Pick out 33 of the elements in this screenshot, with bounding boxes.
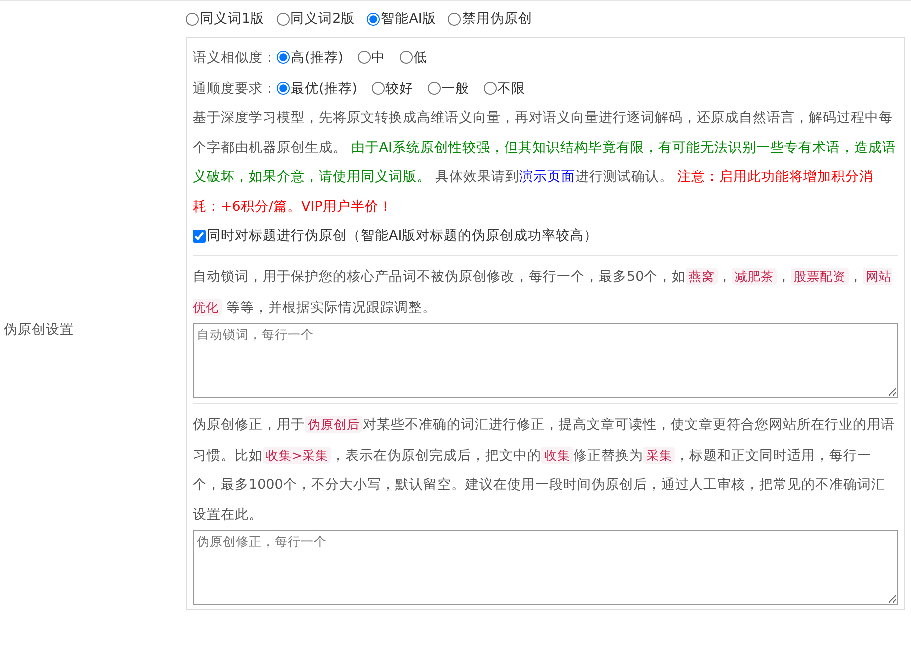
mode-radio[interactable] [448,12,462,26]
corrections-description: 伪原创修正，用于 伪原创后 对某些不准确的词汇进行修正，提高文章可读性，使文章更符合您网站所在行业的用语习惯。比如 收集>采集 ，表示在伪原创完成后，把文中的 收集 修正替换为 采集 ，标题和正文同时适用，每行一个，最多1000个，不分大小写，默认留空。建议在使用一段时间伪原创后，通过人工审核，把常见的不准确词汇设置在此。 [193,415,896,524]
demo-link[interactable]: 演示页面 [519,169,576,185]
mode-radio[interactable] [276,12,290,26]
mode-radio[interactable] [186,12,199,26]
lock-words-field[interactable]: 自动锁词，每行一个 [193,323,898,398]
section-label: 伪原创设置 [4,320,74,338]
title-checkbox[interactable] [193,230,206,242]
option-value-label[interactable]: 高(推荐) [291,48,344,66]
mode-label[interactable]: 同义词1版 [200,10,265,28]
title-checkbox-label[interactable]: 同时对标题进行伪原创（智能AI版对标题的伪原创成功率较高） [207,227,598,245]
option-radio[interactable] [400,51,413,64]
option-radio[interactable] [277,51,290,64]
mode-radio[interactable] [367,12,380,26]
option-value-label[interactable]: 较好 [386,80,414,98]
mode-label[interactable]: 智能AI版 [381,10,436,28]
option-value-label[interactable]: 低 [414,48,428,66]
option-value-label[interactable]: 一般 [442,80,470,98]
option-label: 通顺度要求： [193,80,277,98]
option-value-label[interactable]: 中 [372,48,386,66]
mode-label[interactable]: 禁用伪原创 [462,10,532,28]
option-value-label[interactable]: 最优(推荐) [291,80,358,98]
lock-words-description: 自动锁词，用于保护您的核心产品词不被伪原创修改，每行一个，最多50个，如 燕窝 ， 减肥茶 ， 股票配资 ， 网站优化 等等，并根据实际情况跟踪调整。 [193,267,894,318]
option-radio[interactable] [484,82,497,95]
option-value-label[interactable]: 不限 [498,80,526,98]
option-radio[interactable] [428,82,441,95]
option-radio[interactable] [358,51,371,64]
option-radio[interactable] [277,82,290,95]
mode-label[interactable]: 同义词2版 [290,10,356,28]
option-radio[interactable] [372,82,385,95]
option-label: 语义相似度： [193,48,277,66]
corrections-field[interactable]: 伪原创修正，每行一个 [193,530,898,605]
description-text: 基于深度学习模型，先将原文转换成高维语义向量，再对语义向量进行逐词解码，还原成自然语言，解码过程中每个字都由机器原创生成。 由于AI系统原创性较强，但其知识结构毕竟有限，有可能无法识别一些专有术语，造成语义破坏，如果介意，请使用同义词版。 具体效果请到演示页面进行测试确认。 注意：启用此功能将增加积分消耗：+6积分/篇。VIP用户半价！ [193,109,898,216]
